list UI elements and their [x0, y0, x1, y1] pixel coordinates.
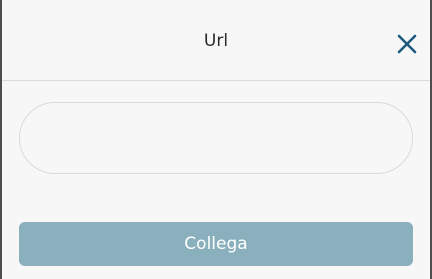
- close-icon[interactable]: [396, 33, 418, 55]
- connect-button[interactable]: Collega: [19, 222, 413, 266]
- url-input[interactable]: [19, 102, 413, 174]
- dialog-title: Url: [203, 31, 229, 51]
- dialog-header: Url: [2, 0, 430, 81]
- url-dialog: Url Collega: [0, 0, 432, 279]
